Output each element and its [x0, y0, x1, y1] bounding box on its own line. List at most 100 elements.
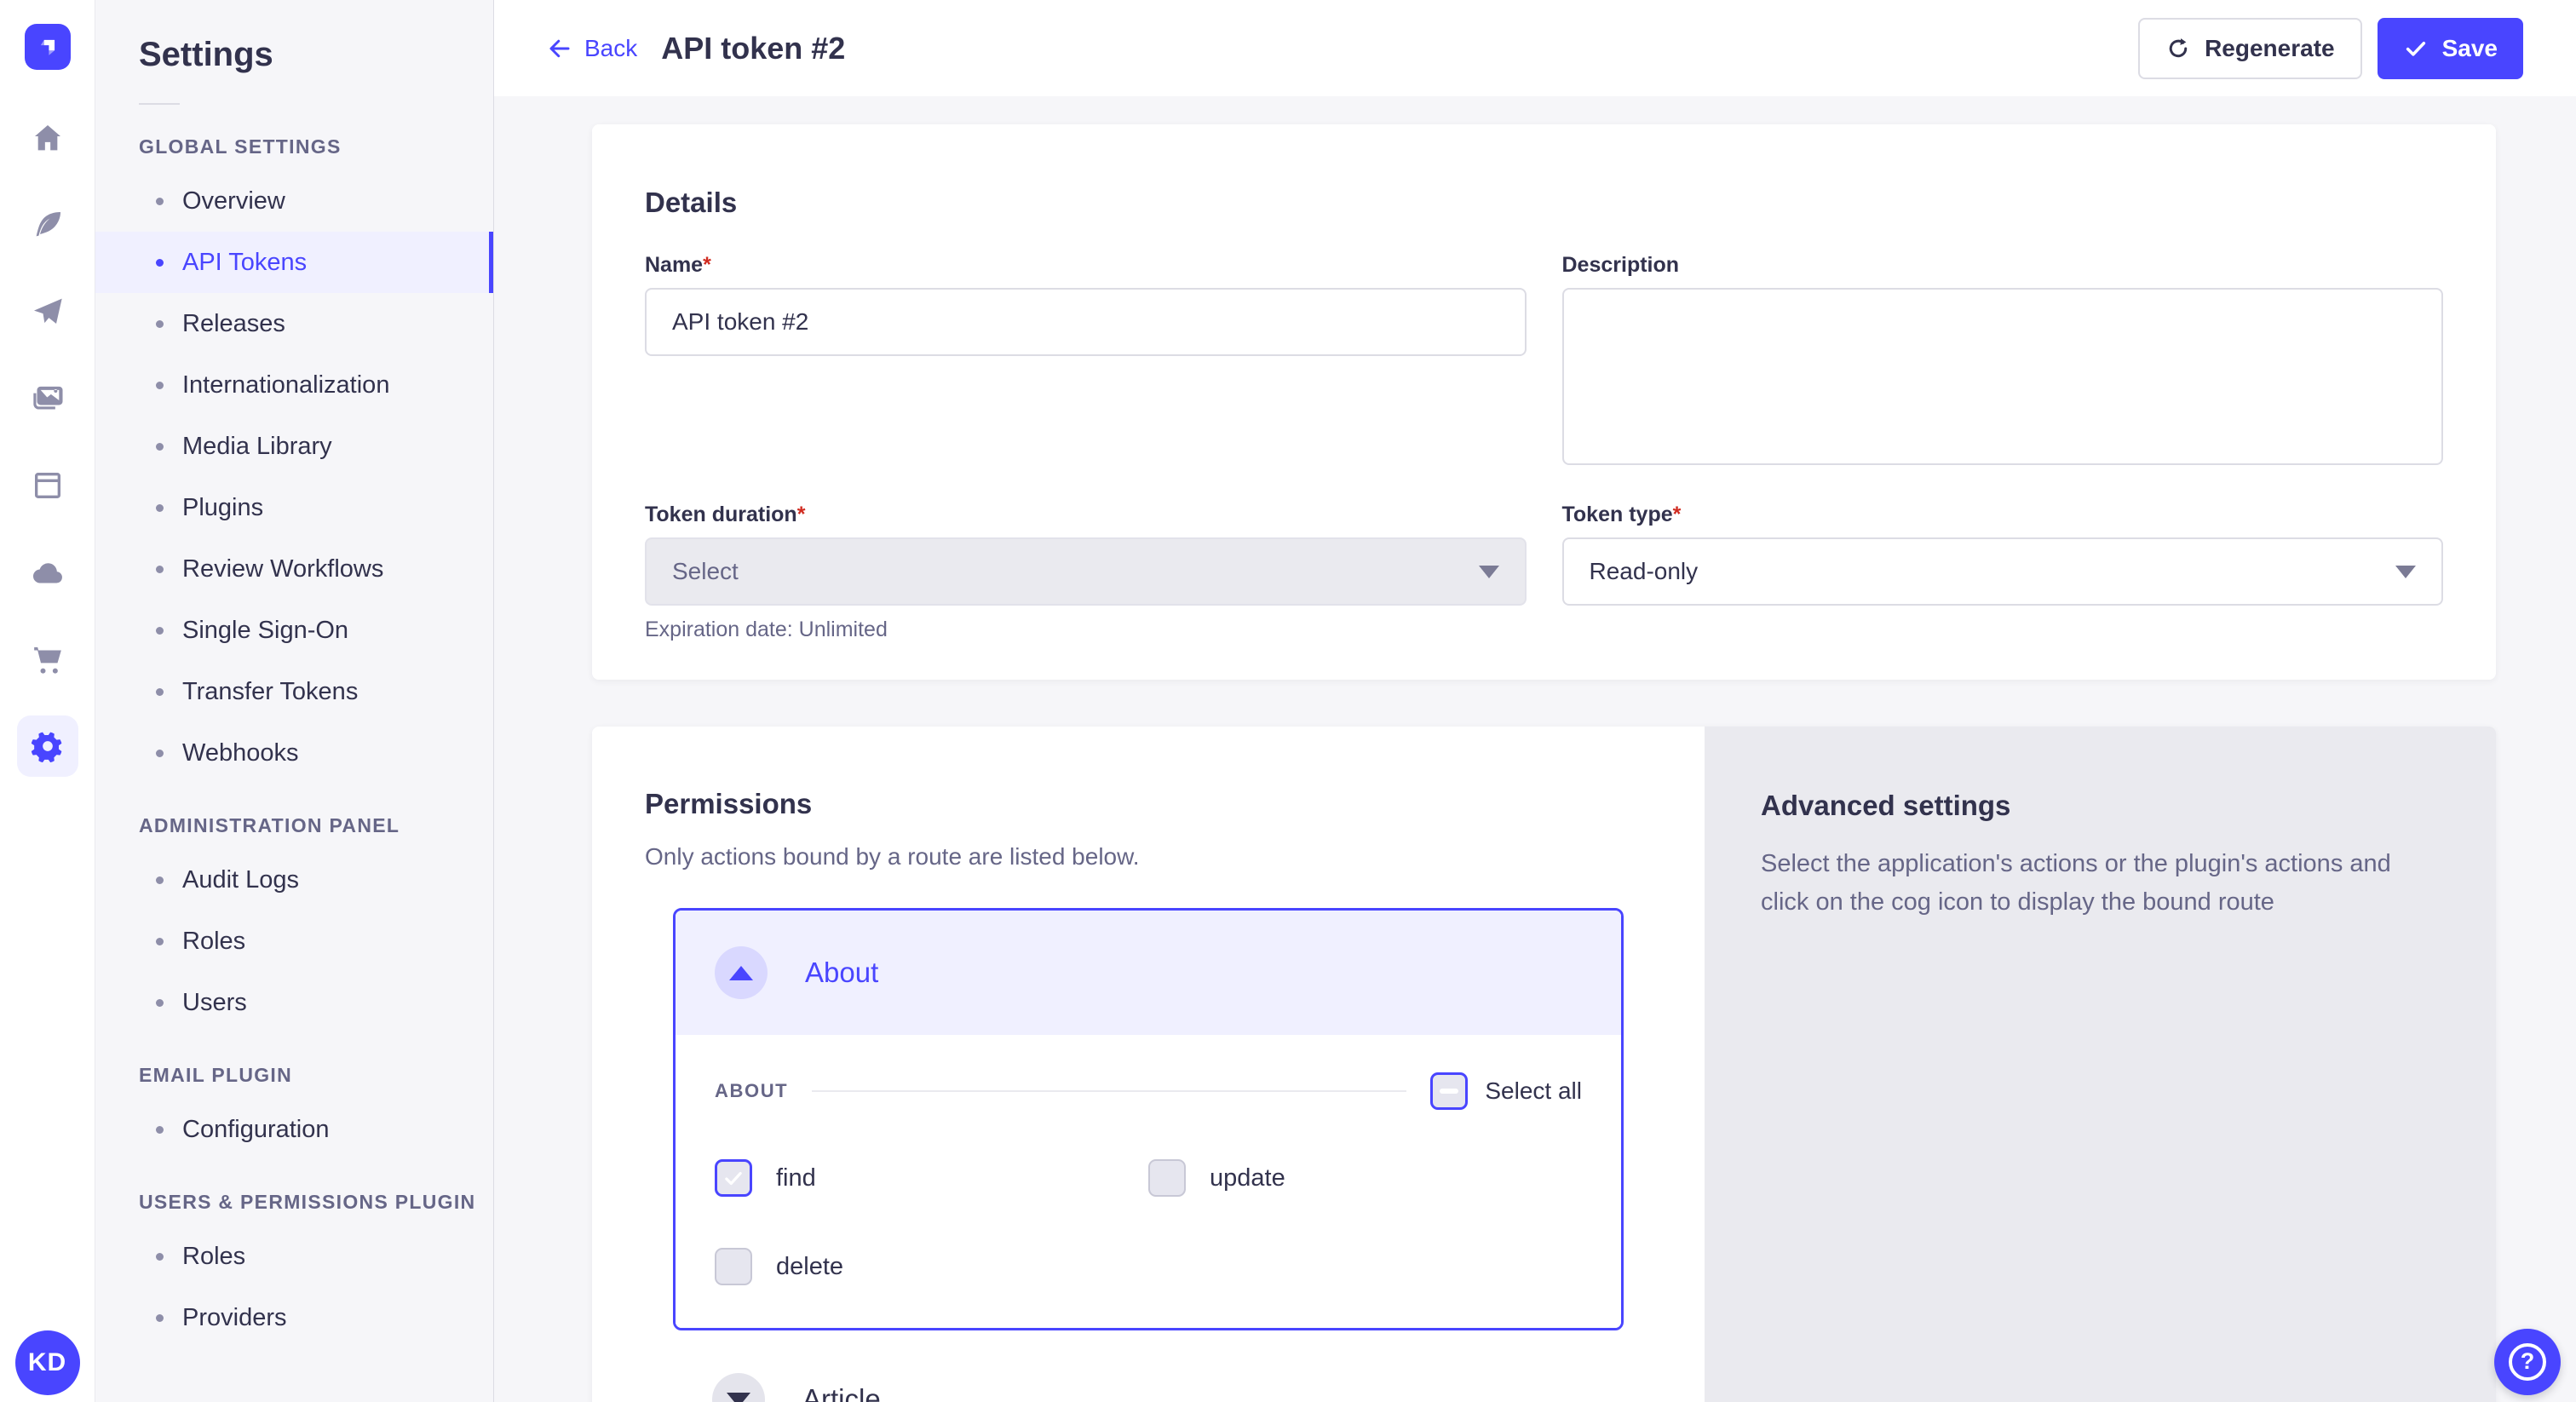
- sidebar-item-admin-users[interactable]: Users: [95, 972, 493, 1033]
- save-label: Save: [2442, 35, 2498, 62]
- advanced-settings-heading: Advanced settings: [1761, 790, 2440, 822]
- sidebar-item-label: API Tokens: [182, 249, 307, 277]
- about-accordion-body: ABOUT Select all: [676, 1035, 1621, 1328]
- save-button[interactable]: Save: [2378, 18, 2523, 79]
- regenerate-label: Regenerate: [2205, 35, 2335, 62]
- page-title: API token #2: [661, 31, 845, 66]
- content-manager-icon[interactable]: [17, 455, 78, 516]
- token-duration-hint: Expiration date: Unlimited: [645, 618, 1527, 642]
- help-button[interactable]: ?: [2494, 1329, 2561, 1395]
- sidebar-item-label: Users: [182, 989, 247, 1017]
- chevron-down-icon: [2395, 566, 2416, 578]
- description-field-group: Description: [1562, 253, 2444, 465]
- back-label: Back: [584, 35, 637, 62]
- sidebar-item-api-tokens[interactable]: API Tokens: [95, 232, 493, 293]
- name-field-group: Name*: [645, 253, 1527, 356]
- update-checkbox[interactable]: [1148, 1159, 1186, 1197]
- sidebar-item-label: Audit Logs: [182, 866, 299, 894]
- sidebar-item-overview[interactable]: Overview: [95, 170, 493, 232]
- sidebar-item-transfer-tokens[interactable]: Transfer Tokens: [95, 661, 493, 722]
- expand-toggle[interactable]: [712, 1373, 765, 1402]
- permission-action-find: find: [715, 1159, 1148, 1197]
- required-asterisk: *: [797, 503, 806, 526]
- token-duration-select[interactable]: Select: [645, 537, 1527, 606]
- details-heading: Details: [645, 187, 2443, 219]
- token-type-select[interactable]: Read-only: [1562, 537, 2444, 606]
- select-all-control: Select all: [1430, 1072, 1582, 1110]
- check-icon: [2403, 36, 2429, 61]
- content-builder-icon[interactable]: [17, 194, 78, 256]
- article-accordion-title: Article: [802, 1383, 881, 1402]
- about-accordion-header[interactable]: About: [676, 911, 1621, 1035]
- name-input[interactable]: [645, 288, 1527, 356]
- check-icon: [722, 1167, 745, 1189]
- sidebar-item-label: Internationalization: [182, 371, 389, 399]
- token-duration-field-group: Token duration* Select Expiration date: …: [645, 503, 1527, 642]
- bullet-icon: [156, 938, 164, 945]
- select-all-checkbox[interactable]: [1430, 1072, 1468, 1110]
- sidebar-item-up-roles[interactable]: Roles: [95, 1226, 493, 1287]
- bullet-icon: [156, 876, 164, 884]
- bullet-icon: [156, 504, 164, 512]
- bullet-icon: [156, 1126, 164, 1134]
- sidebar-item-label: Overview: [182, 187, 285, 215]
- sidebar-item-internationalization[interactable]: Internationalization: [95, 354, 493, 416]
- action-label: update: [1210, 1164, 1285, 1192]
- media-library-icon[interactable]: [17, 368, 78, 429]
- user-avatar[interactable]: KD: [15, 1330, 80, 1395]
- required-asterisk: *: [703, 253, 711, 277]
- description-textarea[interactable]: [1562, 288, 2444, 465]
- bullet-icon: [156, 443, 164, 451]
- token-type-field-group: Token type* Read-only: [1562, 503, 2444, 606]
- sidebar-title: Settings: [139, 36, 493, 74]
- sidebar-item-review-workflows[interactable]: Review Workflows: [95, 538, 493, 600]
- permissions-card: Permissions Only actions bound by a rout…: [592, 727, 2496, 1402]
- indeterminate-dash-icon: [1440, 1089, 1458, 1094]
- find-checkbox[interactable]: [715, 1159, 752, 1197]
- release-icon[interactable]: [17, 281, 78, 342]
- bullet-icon: [156, 1314, 164, 1322]
- settings-icon[interactable]: [17, 715, 78, 777]
- sidebar-divider: [139, 103, 180, 105]
- section-divider: [812, 1090, 1406, 1092]
- sidebar-item-media-library[interactable]: Media Library: [95, 416, 493, 477]
- sidebar-item-plugins[interactable]: Plugins: [95, 477, 493, 538]
- section-global-settings: GLOBAL SETTINGS Overview API Tokens Rele…: [95, 135, 493, 784]
- sidebar-item-label: Releases: [182, 310, 285, 338]
- permissions-subtitle: Only actions bound by a route are listed…: [645, 843, 1652, 871]
- bullet-icon: [156, 198, 164, 205]
- sidebar-item-single-sign-on[interactable]: Single Sign-On: [95, 600, 493, 661]
- sidebar-item-webhooks[interactable]: Webhooks: [95, 722, 493, 784]
- sidebar-item-admin-roles[interactable]: Roles: [95, 911, 493, 972]
- strapi-logo[interactable]: [25, 24, 71, 70]
- required-asterisk: *: [1673, 503, 1682, 526]
- token-type-value: Read-only: [1590, 558, 1699, 585]
- article-accordion-header[interactable]: Article: [673, 1373, 1624, 1402]
- cloud-icon[interactable]: [17, 542, 78, 603]
- home-icon[interactable]: [17, 107, 78, 169]
- sidebar-item-label: Roles: [182, 1243, 245, 1271]
- delete-checkbox[interactable]: [715, 1248, 752, 1285]
- permissions-column: Permissions Only actions bound by a rout…: [592, 727, 1705, 1402]
- sidebar-item-label: Transfer Tokens: [182, 678, 358, 706]
- bullet-icon: [156, 382, 164, 389]
- sidebar-item-releases[interactable]: Releases: [95, 293, 493, 354]
- action-label: find: [776, 1164, 816, 1192]
- collapse-toggle[interactable]: [715, 946, 768, 999]
- description-label: Description: [1562, 253, 2444, 278]
- back-link[interactable]: Back: [547, 35, 637, 62]
- main-area: Back API token #2 Regenerate Save Detail…: [494, 0, 2576, 1402]
- sidebar-item-audit-logs[interactable]: Audit Logs: [95, 849, 493, 911]
- select-all-label: Select all: [1485, 1077, 1582, 1105]
- regenerate-button[interactable]: Regenerate: [2138, 18, 2362, 79]
- sidebar-item-label: Webhooks: [182, 739, 299, 767]
- marketplace-icon[interactable]: [17, 629, 78, 690]
- back-arrow-icon: [547, 36, 572, 61]
- details-card: Details Name* Description: [592, 124, 2496, 680]
- permissions-heading: Permissions: [645, 788, 1652, 820]
- sidebar-item-up-providers[interactable]: Providers: [95, 1287, 493, 1348]
- token-duration-label: Token duration*: [645, 503, 1527, 527]
- section-label: ADMINISTRATION PANEL: [139, 814, 493, 837]
- page-content: Details Name* Description: [494, 96, 2576, 1402]
- sidebar-item-email-configuration[interactable]: Configuration: [95, 1099, 493, 1160]
